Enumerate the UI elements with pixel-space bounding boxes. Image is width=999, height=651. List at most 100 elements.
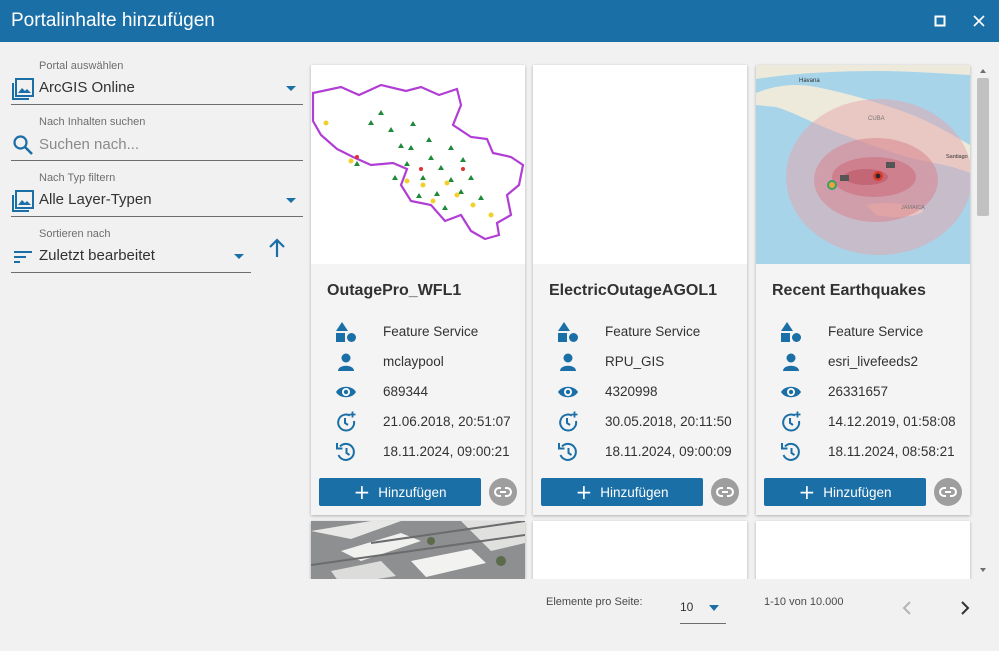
image-layers-icon <box>11 77 35 101</box>
card-title: ElectricOutageAGOL1 <box>549 282 718 299</box>
chevron-down-icon[interactable] <box>286 86 296 91</box>
card-modified: 18.11.2024, 09:00:09 <box>605 444 732 459</box>
card-created-row: 14.12.2019, 01:58:08 <box>780 411 970 433</box>
sort-select-label: Sortieren nach <box>39 228 111 240</box>
add-button[interactable]: + Hinzufügen <box>319 478 481 506</box>
per-page-value: 10 <box>680 600 694 614</box>
card-views-row: 4320998 <box>557 381 747 403</box>
shapes-icon <box>780 321 802 343</box>
per-page-select[interactable]: 10 <box>680 590 726 624</box>
card-type-row: Feature Service <box>557 321 747 343</box>
card-type: Feature Service <box>383 324 479 339</box>
card-thumbnail: Havana CUBA Santiago JAMAICA <box>756 65 970 264</box>
add-button[interactable]: + Hinzufügen <box>764 478 926 506</box>
clock-refresh-icon <box>780 441 802 463</box>
per-page-label: Elemente pro Seite: <box>546 596 643 608</box>
eye-icon <box>780 381 802 403</box>
content-card: Havana CUBA Santiago JAMAICA Recent Eart… <box>756 65 970 515</box>
chevron-down-icon[interactable] <box>286 198 296 203</box>
clock-plus-icon <box>780 411 802 433</box>
eye-icon <box>557 381 579 403</box>
content-card: OutagePro_WFL1 Feature Service mclaypool… <box>311 65 525 515</box>
scrollbar-thumb[interactable] <box>977 78 989 216</box>
card-modified: 18.11.2024, 08:58:21 <box>828 444 955 459</box>
type-filter-label: Nach Typ filtern <box>39 172 116 184</box>
maximize-icon[interactable] <box>930 11 950 31</box>
card-type-row: Feature Service <box>335 321 525 343</box>
dialog-title: Portalinhalte hinzufügen <box>11 10 215 31</box>
shapes-icon <box>557 321 579 343</box>
card-modified-row: 18.11.2024, 08:58:21 <box>780 441 970 463</box>
card-thumbnail <box>533 65 747 264</box>
portal-select-label: Portal auswählen <box>39 60 124 72</box>
close-icon[interactable] <box>969 11 989 31</box>
eye-icon <box>335 381 357 403</box>
clock-plus-icon <box>335 411 357 433</box>
map-label-cuba: CUBA <box>868 116 885 122</box>
type-filter-select[interactable]: Nach Typ filtern Alle Layer-Typen <box>11 172 303 217</box>
card-owner-row: mclaypool <box>335 351 525 373</box>
card-title: Recent Earthquakes <box>772 282 926 299</box>
link-icon[interactable] <box>711 478 739 506</box>
plus-icon: + <box>798 480 816 504</box>
page-range: 1-10 von 10.000 <box>764 596 844 608</box>
sort-select[interactable]: Sortieren nach Zuletzt bearbeitet <box>11 228 251 273</box>
plus-icon: + <box>575 480 593 504</box>
content-card-partial <box>756 521 970 579</box>
sort-select-value: Zuletzt bearbeitet <box>39 247 155 264</box>
card-modified: 18.11.2024, 09:00:21 <box>383 444 510 459</box>
aerial-thumbnail <box>311 521 525 579</box>
link-icon[interactable] <box>934 478 962 506</box>
sort-lines-icon <box>11 245 35 269</box>
card-modified-row: 18.11.2024, 09:00:21 <box>335 441 525 463</box>
content-grid: OutagePro_WFL1 Feature Service mclaypool… <box>305 58 975 579</box>
card-views: 689344 <box>383 384 429 399</box>
shapes-icon <box>335 321 357 343</box>
search-field-label: Nach Inhalten suchen <box>39 116 146 128</box>
card-created-row: 30.05.2018, 20:11:50 <box>557 411 747 433</box>
card-owner: mclaypool <box>383 354 444 369</box>
plus-icon: + <box>353 480 371 504</box>
card-created: 30.05.2018, 20:11:50 <box>605 414 732 429</box>
card-views: 26331657 <box>828 384 889 399</box>
card-type: Feature Service <box>605 324 701 339</box>
clock-plus-icon <box>557 411 579 433</box>
clock-refresh-icon <box>557 441 579 463</box>
user-icon <box>335 351 357 373</box>
sort-direction-up-icon[interactable] <box>266 236 288 260</box>
clock-refresh-icon <box>335 441 357 463</box>
card-thumbnail <box>311 65 525 264</box>
dialog-titlebar: Portalinhalte hinzufügen <box>0 0 999 42</box>
card-views-row: 26331657 <box>780 381 970 403</box>
card-title: OutagePro_WFL1 <box>327 282 462 299</box>
map-label-jamaica: JAMAICA <box>901 205 925 211</box>
user-icon <box>780 351 802 373</box>
card-views-row: 689344 <box>335 381 525 403</box>
type-filter-value: Alle Layer-Typen <box>39 191 152 208</box>
card-views: 4320998 <box>605 384 658 399</box>
add-button[interactable]: + Hinzufügen <box>541 478 703 506</box>
user-icon <box>557 351 579 373</box>
image-layers-icon <box>11 189 35 213</box>
chevron-down-icon <box>709 605 719 611</box>
portal-select[interactable]: Portal auswählen ArcGIS Online <box>11 60 303 105</box>
scrollbar[interactable] <box>975 64 991 579</box>
chevron-down-icon[interactable] <box>234 254 244 259</box>
card-created: 14.12.2019, 01:58:08 <box>828 414 956 429</box>
map-label-santiago: Santiago <box>946 154 968 160</box>
search-field[interactable]: Nach Inhalten suchen Suchen nach... <box>11 116 303 161</box>
search-input[interactable]: Suchen nach... <box>39 136 139 153</box>
link-icon[interactable] <box>489 478 517 506</box>
next-page-icon[interactable] <box>957 599 973 617</box>
add-button-label: Hinzufügen <box>823 484 892 500</box>
content-card-partial <box>533 521 747 579</box>
portal-select-value: ArcGIS Online <box>39 79 135 96</box>
card-owner-row: RPU_GIS <box>557 351 747 373</box>
card-type: Feature Service <box>828 324 924 339</box>
card-owner-row: esri_livefeeds2 <box>780 351 970 373</box>
card-created-row: 21.06.2018, 20:51:07 <box>335 411 525 433</box>
map-label-havana: Havana <box>799 78 820 84</box>
scroll-down-icon[interactable] <box>975 565 991 575</box>
previous-page-icon[interactable] <box>899 599 915 617</box>
scroll-up-icon[interactable] <box>975 66 991 76</box>
